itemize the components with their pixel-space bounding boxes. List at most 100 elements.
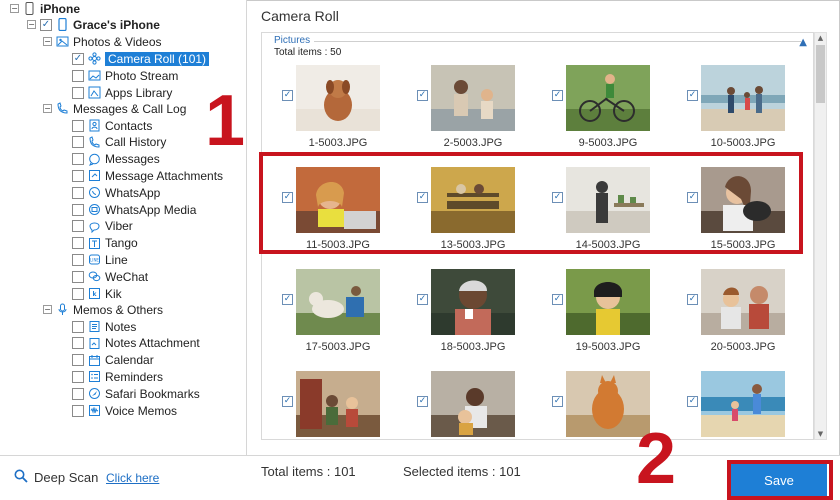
photo-thumbnail[interactable]	[701, 371, 785, 437]
click-here-link[interactable]: Click here	[106, 471, 159, 485]
tree-item-label: Apps Library	[105, 85, 173, 100]
contacts-icon	[88, 119, 101, 132]
collapse-icon[interactable]: −	[27, 20, 36, 29]
photo-item[interactable]: ✓ 10-5003.JPG	[667, 65, 797, 160]
photo-thumbnail[interactable]	[296, 65, 380, 131]
photo-thumbnail[interactable]	[431, 65, 515, 131]
tree-item[interactable]: k Kik	[72, 285, 122, 302]
tree-item-apps-library[interactable]: Apps Library	[72, 84, 172, 101]
photo-checkbox[interactable]: ✓	[552, 396, 563, 407]
checkbox[interactable]	[72, 320, 84, 333]
checkbox[interactable]	[72, 404, 84, 417]
collapse-group-icon[interactable]: ▲	[799, 37, 807, 48]
checkbox[interactable]	[72, 203, 84, 216]
checkbox[interactable]	[72, 387, 84, 400]
tree-device[interactable]: − ✓ Grace's iPhone	[27, 16, 160, 33]
photo-item[interactable]: ✓ 9-5003.JPG	[532, 65, 662, 160]
tree-item[interactable]: Viber	[72, 218, 133, 235]
photo-thumbnail[interactable]	[566, 269, 650, 335]
photo-thumbnail[interactable]	[296, 371, 380, 437]
tree-item-photo-stream[interactable]: Photo Stream	[72, 67, 178, 84]
collapse-icon[interactable]: −	[10, 4, 19, 13]
photo-thumbnail[interactable]	[701, 269, 785, 335]
kik-icon: k	[88, 287, 101, 300]
checkbox[interactable]	[72, 136, 84, 149]
photo-checkbox[interactable]: ✓	[687, 90, 698, 101]
photo-thumbnail[interactable]	[431, 371, 515, 437]
checkbox[interactable]	[72, 370, 84, 383]
checkbox[interactable]	[72, 186, 84, 199]
checkbox[interactable]	[72, 119, 84, 132]
tree-item[interactable]: WhatsApp Media	[72, 201, 196, 218]
photo-item[interactable]: ✓ 2-5003.JPG	[397, 65, 527, 160]
tree-item[interactable]: Contacts	[72, 117, 152, 134]
checkbox[interactable]	[72, 270, 84, 283]
photo-checkbox[interactable]: ✓	[282, 396, 293, 407]
photo-checkbox[interactable]: ✓	[552, 90, 563, 101]
checkbox[interactable]	[72, 237, 84, 250]
photo-checkbox[interactable]: ✓	[282, 294, 293, 305]
scrollbar-thumb[interactable]	[816, 45, 825, 103]
photo-checkbox[interactable]: ✓	[687, 396, 698, 407]
photo-item[interactable]: ✓	[262, 371, 392, 439]
photo-item[interactable]: ✓ 18-5003.JPG	[397, 269, 527, 364]
photo-checkbox[interactable]: ✓	[417, 396, 428, 407]
tree-item[interactable]: Call History	[72, 134, 166, 151]
tree-item[interactable]: Message Attachments	[72, 167, 223, 184]
footer-bar: Deep Scan Click here Total items : 101 S…	[0, 455, 840, 500]
photo-thumbnail[interactable]	[296, 269, 380, 335]
tree-group-photos[interactable]: − Photos & Videos	[43, 33, 162, 50]
checkbox[interactable]	[72, 69, 84, 82]
collapse-icon[interactable]: −	[43, 37, 52, 46]
checkbox[interactable]	[72, 86, 84, 99]
tree-item[interactable]: Notes	[72, 318, 136, 335]
tree-item[interactable]: LINE Line	[72, 251, 128, 268]
photo-checkbox[interactable]: ✓	[417, 294, 428, 305]
photo-thumbnail[interactable]	[701, 65, 785, 131]
photo-checkbox[interactable]: ✓	[687, 294, 698, 305]
gallery-scrollbar[interactable]: ▲ ▼	[814, 32, 827, 440]
tree-item[interactable]: WeChat	[72, 268, 148, 285]
photo-item[interactable]: ✓ 17-5003.JPG	[262, 269, 392, 364]
tree-item[interactable]: Voice Memos	[72, 402, 177, 419]
checkbox[interactable]	[72, 153, 84, 166]
tango-icon	[88, 237, 101, 250]
tree-item[interactable]: Messages	[72, 151, 160, 168]
tree-group-messages[interactable]: − Messages & Call Log	[43, 100, 186, 117]
photo-filename: 9-5003.JPG	[578, 137, 638, 149]
photo-filename: 1-5003.JPG	[308, 137, 368, 149]
tree-item[interactable]: Tango	[72, 235, 138, 252]
scroll-up-icon[interactable]: ▲	[815, 34, 826, 42]
tree-item[interactable]: WhatsApp	[72, 184, 160, 201]
photo-checkbox[interactable]: ✓	[282, 90, 293, 101]
checkbox[interactable]	[72, 354, 84, 367]
checkbox[interactable]	[72, 337, 84, 350]
checkbox[interactable]	[72, 220, 84, 233]
photo-item[interactable]: ✓	[667, 371, 797, 439]
photo-item[interactable]: ✓ 1-5003.JPG	[262, 65, 392, 160]
checkbox[interactable]	[72, 287, 84, 300]
photo-item[interactable]: ✓ 19-5003.JPG	[532, 269, 662, 364]
photo-checkbox[interactable]: ✓	[552, 294, 563, 305]
tree-item[interactable]: Safari Bookmarks	[72, 385, 200, 402]
tree-item-camera-roll[interactable]: ✓ Camera Roll (101)	[72, 50, 210, 67]
tree-item[interactable]: Reminders	[72, 368, 163, 385]
tree-item[interactable]: Calendar	[72, 352, 154, 369]
collapse-icon[interactable]: −	[43, 305, 52, 314]
collapse-icon[interactable]: −	[43, 104, 52, 113]
photo-item[interactable]: ✓ 20-5003.JPG	[667, 269, 797, 364]
scroll-down-icon[interactable]: ▼	[815, 430, 826, 438]
photo-item[interactable]: ✓	[397, 371, 527, 439]
photo-checkbox[interactable]: ✓	[417, 90, 428, 101]
message-icon	[88, 153, 101, 166]
tree-group-memos[interactable]: − Memos & Others	[43, 301, 163, 318]
device-checkbox[interactable]: ✓	[40, 18, 52, 31]
tree-root[interactable]: − iPhone	[10, 0, 80, 17]
checkbox[interactable]	[72, 169, 84, 182]
photo-thumbnail[interactable]	[431, 269, 515, 335]
camera-roll-checkbox[interactable]: ✓	[72, 52, 84, 65]
tree-item-label: WhatsApp Media	[105, 202, 197, 217]
checkbox[interactable]	[72, 253, 84, 266]
tree-item[interactable]: Notes Attachment	[72, 335, 200, 352]
photo-thumbnail[interactable]	[566, 65, 650, 131]
